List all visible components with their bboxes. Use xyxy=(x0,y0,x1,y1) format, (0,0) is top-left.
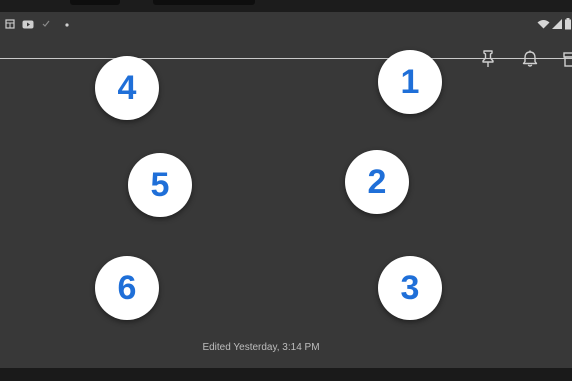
bottom-bezel xyxy=(0,368,572,381)
pin-icon[interactable] xyxy=(477,48,499,70)
number-badge-6: 6 xyxy=(95,256,159,320)
badge-label: 5 xyxy=(150,166,170,204)
number-badge-3: 3 xyxy=(378,256,442,320)
badge-label: 4 xyxy=(117,69,137,107)
edited-timestamp: Edited Yesterday, 3:14 PM xyxy=(202,342,320,353)
reminder-bell-icon[interactable] xyxy=(519,48,541,70)
badge-label: 1 xyxy=(400,63,420,101)
number-badge-2: 2 xyxy=(345,150,409,214)
badge-label: 2 xyxy=(367,163,387,201)
hardware-button xyxy=(153,0,255,5)
note-screen: 4 1 5 2 6 3 Edited Yesterday, 3:14 PM xyxy=(0,12,572,368)
archive-icon[interactable] xyxy=(561,48,572,70)
youtube-icon xyxy=(22,20,34,29)
app-icon xyxy=(5,19,15,29)
signal-icon xyxy=(552,19,562,29)
check-icon xyxy=(42,20,50,27)
status-bar xyxy=(0,12,572,38)
wifi-icon xyxy=(537,20,550,29)
dot-icon xyxy=(65,23,69,27)
badge-label: 6 xyxy=(117,269,137,307)
number-badge-1: 1 xyxy=(378,50,442,114)
number-badge-5: 5 xyxy=(128,153,192,217)
number-badge-4: 4 xyxy=(95,56,159,120)
phone-frame: 4 1 5 2 6 3 Edited Yesterday, 3:14 PM xyxy=(0,0,572,381)
badge-label: 3 xyxy=(400,269,420,307)
hardware-button xyxy=(70,0,120,5)
battery-icon xyxy=(565,18,571,30)
